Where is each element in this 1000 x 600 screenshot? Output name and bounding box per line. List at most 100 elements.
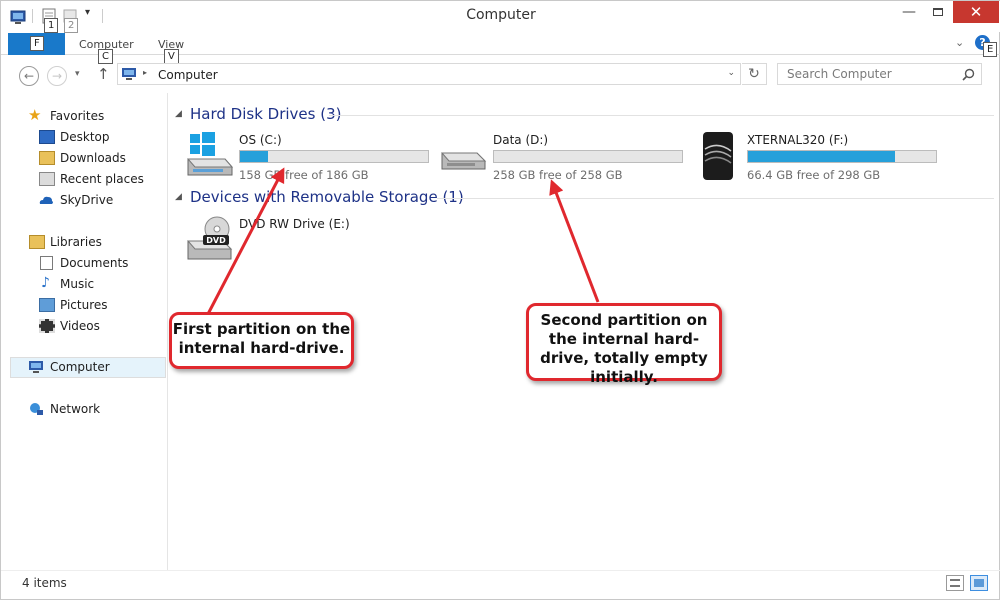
back-arrow-icon: ← — [23, 69, 35, 83]
forward-button[interactable]: → — [47, 66, 67, 86]
up-arrow-icon[interactable]: ↑ — [97, 65, 110, 83]
network-icon — [30, 403, 43, 415]
title-bar: 1 2 ▾ Computer — ✕ — [1, 1, 1000, 33]
address-row: ← → ▾ ↑ ▸ Computer ⌄ ↻ — [1, 56, 1000, 92]
nav-pictures[interactable]: Pictures — [1, 295, 167, 316]
group-removable-storage[interactable]: ◢ Devices with Removable Storage (1) — [169, 187, 999, 209]
close-button[interactable]: ✕ — [953, 1, 999, 23]
keytip-help: E — [983, 42, 998, 57]
computer-small-icon — [122, 68, 136, 80]
nav-network[interactable]: Network — [1, 399, 167, 420]
nav-computer[interactable]: Computer — [10, 357, 166, 378]
nav-downloads[interactable]: Downloads — [1, 148, 167, 169]
drive-f[interactable]: XTERNAL320 (F:) 66.4 GB free of 298 GB — [693, 131, 943, 183]
forward-arrow-icon: → — [51, 69, 63, 83]
refresh-button[interactable]: ↻ — [742, 63, 767, 85]
nav-label: Libraries — [50, 235, 102, 249]
maximize-button[interactable] — [923, 1, 953, 23]
collapse-caret-icon[interactable]: ◢ — [175, 109, 182, 119]
nav-label: Network — [50, 402, 101, 416]
nav-music[interactable]: ♪ Music — [1, 274, 167, 295]
drive-c[interactable]: OS (C:) 158 GB free of 186 GB — [185, 131, 435, 183]
file-tab[interactable]: F — [8, 33, 65, 55]
nav-label: Documents — [60, 256, 129, 270]
computer-nav-icon — [29, 361, 43, 373]
address-bar[interactable]: ▸ Computer ⌄ — [117, 63, 741, 85]
nav-favorites[interactable]: ★ Favorites — [1, 106, 167, 127]
nav-videos[interactable]: Videos — [1, 316, 167, 337]
dvd-drive-icon: DVD — [186, 216, 233, 260]
nav-recent-places[interactable]: Recent places — [1, 169, 167, 190]
film-icon — [39, 319, 55, 333]
nav-label: Pictures — [60, 298, 108, 312]
search-input[interactable] — [787, 67, 957, 81]
dvd-icon-label: DVD — [206, 236, 226, 245]
back-button[interactable]: ← — [19, 66, 39, 86]
recent-locations-dropdown-icon[interactable]: ▾ — [75, 69, 80, 79]
window-title: Computer — [466, 7, 536, 23]
minimize-button[interactable]: — — [894, 1, 924, 23]
drive-name: DVD RW Drive (E:) — [239, 217, 350, 231]
collapse-caret-icon[interactable]: ◢ — [175, 192, 182, 202]
drive-name: Data (D:) — [493, 133, 549, 147]
address-path[interactable]: Computer — [158, 68, 218, 82]
details-view-icon — [950, 579, 960, 587]
capacity-bar-fill — [240, 151, 269, 162]
nav-label: Recent places — [60, 172, 144, 186]
search-box — [777, 63, 982, 85]
nav-label: Music — [60, 277, 95, 291]
nav-label: Desktop — [60, 130, 110, 144]
drive-free-space: 258 GB free of 258 GB — [493, 168, 623, 182]
nav-skydrive[interactable]: SkyDrive — [1, 190, 167, 211]
expand-ribbon-chevron-icon[interactable]: ⌄ — [955, 36, 964, 49]
large-icons-view-icon — [974, 579, 984, 587]
recent-places-icon — [39, 172, 55, 186]
nav-documents[interactable]: Documents — [1, 253, 167, 274]
large-icons-view-button[interactable] — [970, 575, 988, 591]
capacity-bar-fill — [748, 151, 895, 162]
external-drive-icon — [703, 132, 733, 180]
music-note-icon: ♪ — [41, 275, 50, 291]
explorer-window: 1 2 ▾ Computer — ✕ F Computer C View V ⌄… — [0, 0, 1000, 600]
breadcrumb-separator-icon[interactable]: ▸ — [143, 68, 147, 77]
capacity-bar — [747, 150, 937, 163]
ribbon-tabs: F Computer C View V ⌄ ? E — [1, 32, 1000, 64]
nav-label: Videos — [60, 319, 100, 333]
pictures-icon — [39, 298, 55, 312]
downloads-folder-icon — [39, 151, 55, 165]
group-title: Hard Disk Drives (3) — [190, 105, 342, 123]
details-view-button[interactable] — [946, 575, 964, 591]
drive-name: XTERNAL320 (F:) — [747, 133, 849, 147]
document-icon — [40, 256, 53, 270]
keytip-file: F — [30, 36, 44, 51]
cloud-icon — [39, 196, 53, 204]
nav-libraries[interactable]: Libraries — [1, 232, 167, 253]
group-title: Devices with Removable Storage (1) — [190, 188, 464, 206]
maximize-icon — [933, 8, 943, 16]
navigation-pane: ★ Favorites Desktop Downloads Recent pla… — [1, 93, 168, 570]
group-divider — [329, 115, 994, 116]
status-bar: 4 items — [1, 570, 1000, 600]
nav-label: Computer — [50, 360, 110, 374]
nav-desktop[interactable]: Desktop — [1, 127, 167, 148]
drive-d[interactable]: Data (D:) 258 GB free of 258 GB — [439, 131, 689, 183]
nav-label: Favorites — [50, 109, 105, 123]
group-divider — [437, 198, 994, 199]
callout-second-partition: Second partition on the internal hard-dr… — [526, 303, 722, 386]
desktop-icon — [39, 130, 55, 144]
address-dropdown-icon[interactable]: ⌄ — [727, 68, 735, 78]
libraries-folder-icon — [29, 235, 45, 249]
drive-e[interactable]: DVD DVD RW Drive (E:) — [185, 215, 435, 267]
callout-first-partition: First partition on the internal hard-dri… — [169, 312, 354, 369]
drive-free-space: 66.4 GB free of 298 GB — [747, 168, 881, 182]
search-icon[interactable] — [962, 68, 975, 81]
capacity-bar — [493, 150, 683, 163]
refresh-icon: ↻ — [748, 66, 760, 82]
capacity-bar — [239, 150, 429, 163]
group-hard-disk-drives[interactable]: ◢ Hard Disk Drives (3) — [169, 104, 999, 126]
star-icon: ★ — [28, 106, 42, 124]
nav-label: SkyDrive — [60, 193, 114, 207]
item-count: 4 items — [22, 576, 67, 590]
windows-hard-drive-icon — [186, 132, 234, 176]
drive-name: OS (C:) — [239, 133, 282, 147]
